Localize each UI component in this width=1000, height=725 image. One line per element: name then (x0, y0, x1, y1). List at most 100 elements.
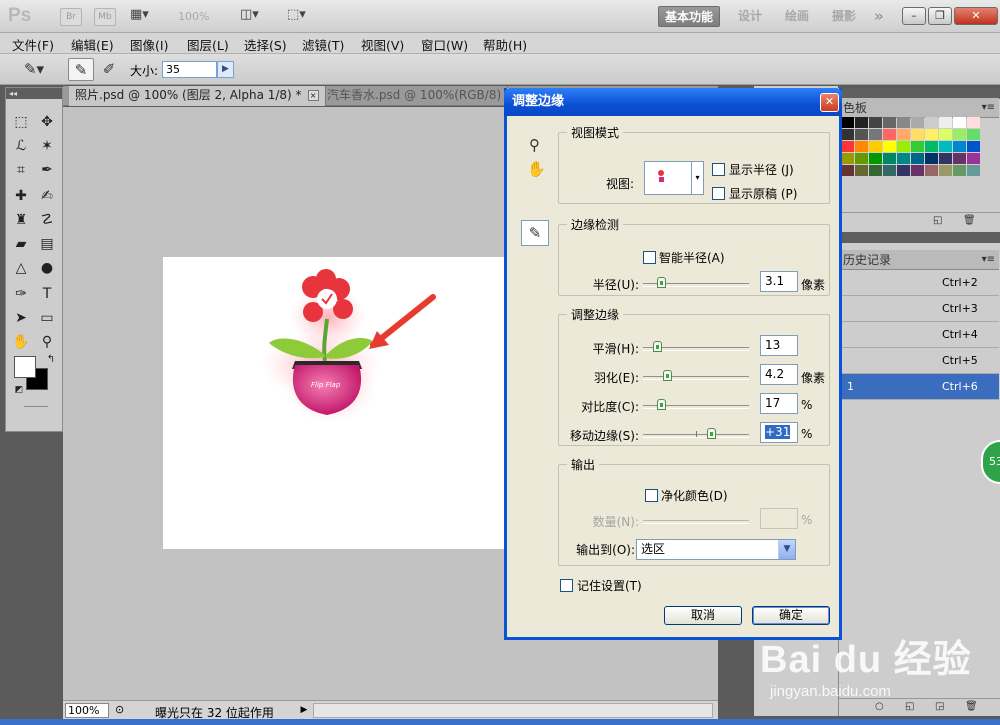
color-swatch[interactable] (911, 117, 924, 128)
color-swatch[interactable] (953, 153, 966, 164)
zoom-field[interactable]: 100% (65, 703, 109, 718)
erase-refinements-tool-icon[interactable]: ✐ (96, 58, 122, 81)
mini-bridge-button[interactable]: Mb (94, 8, 116, 26)
menu-view[interactable]: 视图(V) (361, 35, 404, 54)
view-mode-preview[interactable] (644, 161, 692, 195)
minimize-icon[interactable]: – (902, 7, 926, 25)
workspace-design[interactable]: 设计 (732, 6, 768, 27)
status-preview-icon[interactable]: ⊙ (115, 703, 124, 716)
arrange-documents-icon[interactable]: ◫▾ (240, 7, 270, 26)
color-swatch[interactable] (869, 141, 882, 152)
dialog-title-bar[interactable]: 调整边缘 (504, 88, 842, 116)
clone-stamp-tool-icon[interactable]: ♜ (10, 210, 32, 230)
new-snapshot-icon[interactable]: ○ (875, 701, 884, 712)
color-swatch[interactable] (939, 153, 952, 164)
shape-tool-icon[interactable]: ▭ (36, 308, 58, 328)
color-swatch[interactable] (953, 117, 966, 128)
path-selection-tool-icon[interactable]: ➤ (10, 308, 32, 328)
new-swatch-icon[interactable]: ◱ (933, 215, 942, 226)
history-row[interactable]: Ctrl+2 (839, 270, 999, 296)
delete-state-icon[interactable]: 🗑 (965, 701, 978, 712)
smooth-slider-thumb[interactable] (653, 341, 662, 352)
color-swatch[interactable] (869, 129, 882, 140)
color-swatch[interactable] (883, 141, 896, 152)
color-swatch[interactable] (883, 129, 896, 140)
view-dropdown-arrow-icon[interactable]: ▾ (692, 161, 704, 195)
color-swatch[interactable] (925, 165, 938, 176)
eraser-tool-icon[interactable]: ▰ (10, 234, 32, 254)
menu-filter[interactable]: 滤镜(T) (302, 35, 344, 54)
refine-radius-tool-icon[interactable]: ✎ (68, 58, 94, 81)
history-row-selected[interactable]: 1 Ctrl+6 (839, 374, 999, 400)
show-original-checkbox[interactable] (712, 187, 725, 200)
color-swatch[interactable] (911, 165, 924, 176)
close-window-icon[interactable]: ✕ (954, 7, 998, 25)
delete-swatch-icon[interactable]: 🗑 (963, 215, 976, 226)
color-swatch[interactable] (953, 141, 966, 152)
document-canvas[interactable]: Flip Flap (163, 257, 513, 549)
zoom-tool-icon[interactable]: ⚲ (529, 136, 540, 154)
color-swatch[interactable] (925, 117, 938, 128)
new-document-icon[interactable]: ◱ (905, 701, 914, 712)
foreground-color-swatch[interactable] (14, 356, 36, 378)
healing-brush-tool-icon[interactable]: ✚ (10, 186, 32, 206)
color-swatch[interactable] (939, 129, 952, 140)
history-row[interactable]: Ctrl+3 (839, 296, 999, 322)
smart-radius-checkbox[interactable] (643, 251, 656, 264)
marquee-tool-icon[interactable]: ⬚ (10, 112, 32, 132)
smooth-input[interactable]: 13 (760, 335, 798, 356)
shift-edge-slider[interactable] (643, 428, 749, 439)
brush-tool-icon[interactable]: ✍ (36, 186, 58, 206)
color-swatch[interactable] (897, 129, 910, 140)
panel-menu-icon[interactable]: ▾≡ (982, 98, 995, 118)
remember-settings-checkbox[interactable] (560, 579, 573, 592)
smooth-slider[interactable] (643, 341, 749, 352)
magic-wand-tool-icon[interactable]: ✶ (36, 136, 58, 156)
color-swatch[interactable] (911, 141, 924, 152)
color-swatch[interactable] (953, 129, 966, 140)
move-tool-icon[interactable]: ✥ (36, 112, 58, 132)
color-swatch[interactable] (953, 165, 966, 176)
hand-tool-icon[interactable]: ✋ (527, 160, 546, 178)
feather-input[interactable]: 4.2 (760, 364, 798, 385)
color-swatch[interactable] (925, 153, 938, 164)
crop-tool-icon[interactable]: ⌗ (10, 160, 32, 180)
radius-slider[interactable] (643, 277, 749, 288)
lasso-tool-icon[interactable]: ℒ (10, 136, 32, 156)
tab-photo-psd[interactable]: 照片.psd @ 100% (图层 2, Alpha 1/8) * × (69, 86, 326, 106)
show-radius-checkbox[interactable] (712, 163, 725, 176)
tool-preset-picker-icon[interactable]: ✎▾ (14, 58, 54, 81)
default-colors-icon[interactable]: ◩ (8, 380, 30, 400)
swatch-grid[interactable] (841, 117, 981, 177)
dodge-tool-icon[interactable]: ● (36, 258, 58, 278)
color-swatch[interactable] (967, 141, 980, 152)
color-swatch[interactable] (897, 117, 910, 128)
history-panel-header[interactable] (839, 232, 1000, 243)
bridge-button[interactable]: Br (60, 8, 82, 26)
menu-help[interactable]: 帮助(H) (483, 35, 527, 54)
shift-edge-slider-thumb[interactable] (707, 428, 716, 439)
zoom-tool-icon[interactable]: ⚲ (36, 332, 58, 352)
type-tool-icon[interactable]: T (36, 284, 58, 304)
dialog-close-icon[interactable]: ✕ (820, 93, 839, 112)
color-swatch[interactable] (869, 165, 882, 176)
color-swatch[interactable] (911, 129, 924, 140)
color-swatch[interactable] (925, 141, 938, 152)
new-state-icon[interactable]: ◲ (935, 701, 944, 712)
color-swatch[interactable] (967, 129, 980, 140)
color-swatch[interactable] (897, 141, 910, 152)
color-swatch[interactable] (855, 141, 868, 152)
shift-edge-input[interactable]: +31 (760, 422, 798, 443)
tab-swatches[interactable]: 色板 ▾≡ (839, 98, 999, 118)
color-swatch[interactable] (841, 117, 854, 128)
color-swatch[interactable] (897, 165, 910, 176)
contrast-input[interactable]: 17 (760, 393, 798, 414)
tab-history[interactable]: 历史记录 ▾≡ (839, 250, 999, 270)
color-swatch[interactable] (897, 153, 910, 164)
color-swatch[interactable] (841, 141, 854, 152)
refine-radius-tool-icon[interactable]: ✎ (521, 220, 549, 246)
menu-select[interactable]: 选择(S) (244, 35, 287, 54)
color-swatch[interactable] (883, 165, 896, 176)
feather-slider[interactable] (643, 370, 749, 381)
workspace-essentials[interactable]: 基本功能 (658, 6, 721, 27)
